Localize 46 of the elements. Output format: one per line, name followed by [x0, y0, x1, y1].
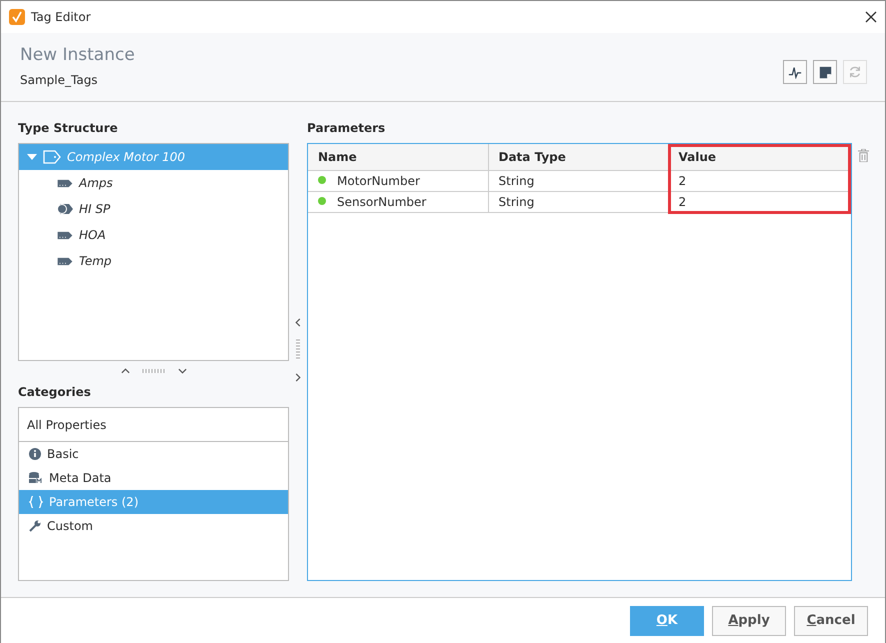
close-icon[interactable] [865, 11, 877, 23]
expand-down-icon[interactable] [178, 368, 186, 374]
window-title: Tag Editor [31, 9, 91, 26]
section-label: Type Structure [18, 120, 119, 137]
expand-right-icon[interactable] [295, 373, 301, 382]
dialog-button[interactable]: Apply [712, 606, 786, 636]
category-item[interactable]: Meta Data [19, 466, 288, 490]
dialog-button[interactable]: Cancel [794, 606, 868, 636]
tag-outline-icon [43, 150, 61, 164]
section-label: Parameters [307, 120, 386, 137]
tree-item[interactable]: Temp [19, 248, 288, 274]
app-logo-icon [9, 9, 25, 25]
database-icon [29, 472, 43, 484]
column-header[interactable]: Name [308, 144, 488, 170]
parameter-name: SensorNumber [337, 194, 426, 208]
category-item[interactable]: Custom [19, 514, 288, 538]
table-cell: 2 [668, 170, 851, 191]
collapse-left-icon[interactable] [295, 318, 301, 327]
pulse-icon [788, 65, 802, 79]
tag-icon [57, 178, 73, 188]
trash-icon[interactable] [858, 149, 869, 162]
category-item[interactable]: Basic [19, 442, 288, 466]
parameter-name: MotorNumber [337, 174, 420, 188]
tree-item[interactable]: Amps [19, 170, 288, 196]
expanded-caret-icon[interactable] [27, 152, 37, 162]
splitter-grip-icon[interactable] [142, 369, 166, 373]
note-button[interactable] [813, 60, 837, 84]
section-label: Categories [18, 384, 92, 401]
refresh-icon [848, 65, 862, 79]
collapse-up-icon[interactable] [120, 368, 130, 374]
column-header[interactable]: Data Type [488, 144, 668, 170]
tag-icon [57, 230, 73, 240]
tag-gear-icon [57, 203, 73, 215]
tree-item[interactable]: HOA [19, 222, 288, 248]
info-icon [29, 448, 41, 460]
tag-provider-label: Sample_Tags [20, 72, 99, 89]
instance-title: New Instance [20, 44, 136, 67]
category-header[interactable]: All Properties [19, 408, 288, 442]
wrench-icon [29, 520, 41, 532]
tag-icon [57, 256, 73, 266]
note-icon [818, 66, 832, 78]
chart-button[interactable] [783, 60, 807, 84]
tree-item[interactable]: HI SP [19, 196, 288, 222]
table-cell: 2 [668, 191, 851, 212]
splitter-grip-icon[interactable] [296, 339, 300, 361]
braces-icon [29, 496, 43, 508]
